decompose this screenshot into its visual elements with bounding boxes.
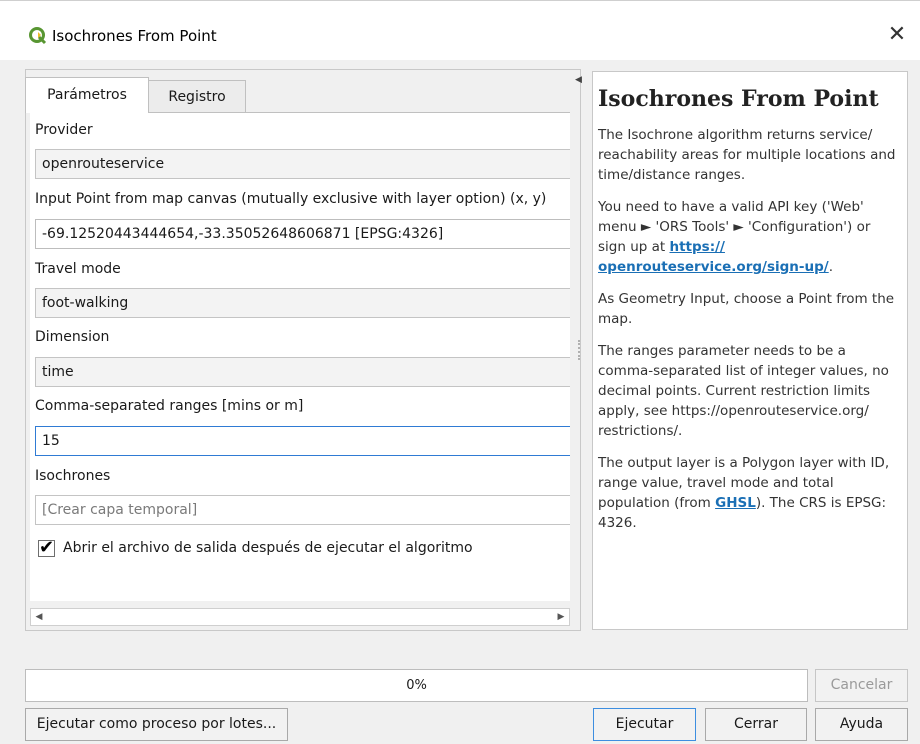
tab-parametros[interactable]: Parámetros <box>25 77 149 113</box>
dimension-label: Dimension <box>35 329 110 345</box>
title-bar: Isochrones From Point ✕ <box>0 0 920 60</box>
input-point-label: Input Point from map canvas (mutually ex… <box>35 191 547 207</box>
provider-label: Provider <box>35 122 93 138</box>
progress-bar: 0% <box>25 669 808 702</box>
isochrones-label: Isochrones <box>35 468 111 484</box>
open-output-label: Abrir el archivo de salida después de ej… <box>63 540 473 556</box>
dimension-select[interactable]: time <box>35 357 570 387</box>
run-button[interactable]: Ejecutar <box>593 708 696 741</box>
window-title: Isochrones From Point <box>52 27 217 45</box>
tab-registro[interactable]: Registro <box>149 80 246 113</box>
help-paragraph: The ranges parameter needs to be a comma… <box>598 343 889 439</box>
cancel-button[interactable]: Cancelar <box>815 669 908 702</box>
help-title: Isochrones From Point <box>598 86 879 112</box>
help-paragraph: As Geometry Input, choose a Point from t… <box>598 291 895 327</box>
scrollbar-thumb[interactable] <box>49 611 553 623</box>
help-panel: Isochrones From Point The Isochrone algo… <box>592 71 908 630</box>
scroll-right-icon[interactable]: ▶ <box>553 609 569 625</box>
close-icon[interactable]: ✕ <box>882 21 912 49</box>
close-button[interactable]: Cerrar <box>705 708 807 741</box>
help-paragraph-api-key: You need to have a valid API key ('Web' … <box>598 197 899 277</box>
help-text: . <box>828 259 833 275</box>
travel-mode-label: Travel mode <box>35 261 121 277</box>
help-paragraph-output: The output layer is a Polygon layer with… <box>598 453 899 533</box>
scroll-left-icon[interactable]: ◀ <box>31 609 47 625</box>
batch-process-button[interactable]: Ejecutar como proceso por lotes... <box>25 708 288 741</box>
ranges-input[interactable]: 15 <box>35 426 570 456</box>
parameters-form: Provider openrouteservice Input Point fr… <box>30 112 570 601</box>
ghsl-link[interactable]: GHSL <box>715 495 756 511</box>
help-button[interactable]: Ayuda <box>815 708 908 741</box>
travel-mode-select[interactable]: foot-walking <box>35 288 570 318</box>
ranges-label: Comma-separated ranges [mins or m] <box>35 398 304 414</box>
open-output-checkbox[interactable]: ✔ <box>38 539 55 557</box>
qgis-logo-icon <box>29 27 47 45</box>
collapse-help-icon[interactable]: ◀ <box>575 75 582 85</box>
provider-select[interactable]: openrouteservice <box>35 149 570 179</box>
horizontal-scrollbar[interactable]: ◀ ▶ <box>30 608 570 626</box>
splitter-handle[interactable] <box>578 340 582 360</box>
help-text: You need to have a valid API key ('Web' … <box>598 199 871 255</box>
input-point-field[interactable]: -69.12520443444654,-33.35052648606871 [E… <box>35 219 570 249</box>
isochrones-output-field[interactable]: [Crear capa temporal] <box>35 495 570 525</box>
help-paragraph: The Isochrone algorithm returns service/… <box>598 127 896 183</box>
